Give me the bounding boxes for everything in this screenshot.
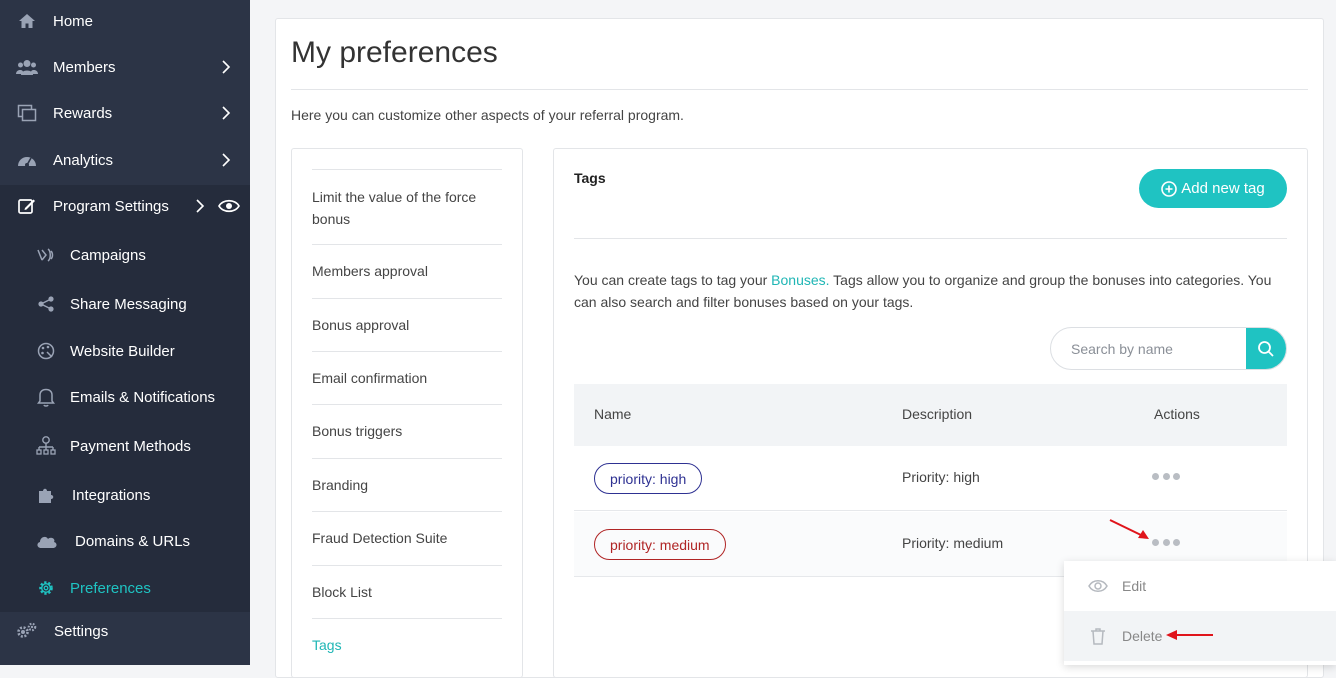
menu-item-bonus-triggers[interactable]: Bonus triggers bbox=[312, 404, 502, 458]
sidebar-item-integrations[interactable]: Integrations bbox=[0, 472, 250, 518]
plus-circle-icon bbox=[1161, 180, 1178, 197]
sidebar-item-website-builder[interactable]: Website Builder bbox=[0, 328, 250, 374]
search-input[interactable] bbox=[1051, 328, 1248, 369]
add-new-tag-button[interactable]: Add new tag bbox=[1139, 169, 1287, 208]
sidebar-item-label: Emails & Notifications bbox=[70, 388, 216, 406]
actions-menu-button[interactable] bbox=[1152, 471, 1180, 481]
sidebar-item-label: Payment Methods bbox=[70, 437, 191, 455]
actions-dropdown: Edit Delete bbox=[1064, 561, 1336, 665]
add-new-tag-label: Add new tag bbox=[1181, 180, 1265, 197]
sidebar-item-label: Members bbox=[53, 58, 116, 76]
column-header-name: Name bbox=[594, 406, 632, 422]
table-header: Name Description Actions bbox=[574, 384, 1287, 446]
delete-label: Delete bbox=[1122, 628, 1163, 644]
search-icon bbox=[1257, 340, 1275, 358]
sidebar-item-label: Campaigns bbox=[70, 246, 146, 264]
dot-icon bbox=[1162, 472, 1170, 480]
sidebar-item-label: Home bbox=[53, 12, 94, 30]
bonuses-link[interactable]: Bonuses. bbox=[771, 272, 829, 288]
edit-icon bbox=[16, 195, 38, 217]
tag-description: Priority: high bbox=[902, 469, 980, 485]
tag-badge[interactable]: priority: medium bbox=[594, 529, 726, 560]
annotation-arrow-icon bbox=[1166, 630, 1213, 640]
menu-item-tags[interactable]: Tags bbox=[312, 618, 502, 665]
sidebar-item-label: Settings bbox=[54, 622, 109, 640]
menu-item-bonus-approval[interactable]: Bonus approval bbox=[312, 298, 502, 351]
users-icon bbox=[16, 56, 38, 78]
sidebar-item-emails-notifications[interactable]: Emails & Notifications bbox=[0, 374, 250, 420]
chevron-right-icon bbox=[218, 152, 234, 168]
eye-icon bbox=[1088, 576, 1108, 596]
panel-title: Tags bbox=[574, 170, 606, 186]
search-button[interactable] bbox=[1246, 328, 1286, 369]
table-row: priority: high Priority: high bbox=[574, 446, 1287, 511]
column-header-description: Description bbox=[902, 406, 973, 422]
sidebar-item-analytics[interactable]: Analytics bbox=[0, 137, 250, 183]
sidebar-item-label: Program Settings bbox=[53, 197, 169, 215]
campaign-icon bbox=[35, 244, 57, 266]
puzzle-icon bbox=[35, 484, 57, 506]
share-icon bbox=[35, 293, 57, 315]
menu-item-limit-force-bonus[interactable]: Limit the value of the force bonus bbox=[312, 169, 502, 245]
actions-menu-button[interactable] bbox=[1152, 537, 1180, 547]
sidebar-item-rewards[interactable]: Rewards bbox=[0, 90, 250, 136]
dot-icon bbox=[1152, 472, 1159, 480]
menu-item-branding[interactable]: Branding bbox=[312, 458, 502, 511]
annotation-arrow-icon bbox=[1109, 519, 1149, 539]
payment-tree-icon bbox=[35, 435, 57, 457]
dot-icon bbox=[1162, 538, 1170, 546]
sidebar-item-label: Domains & URLs bbox=[75, 532, 191, 550]
menu-item-fraud-detection-suite[interactable]: Fraud Detection Suite bbox=[312, 511, 502, 565]
sidebar-item-preferences[interactable]: Preferences bbox=[0, 565, 250, 611]
sidebar-item-label: Preferences bbox=[70, 579, 151, 597]
sidebar-item-label: Website Builder bbox=[70, 342, 175, 360]
tag-description: Priority: medium bbox=[902, 535, 1004, 551]
menu-item-block-list[interactable]: Block List bbox=[312, 565, 502, 618]
sidebar-item-home[interactable]: Home bbox=[0, 0, 250, 44]
rewards-icon bbox=[16, 102, 38, 124]
divider bbox=[574, 238, 1287, 239]
divider bbox=[291, 89, 1308, 90]
menu-item-email-confirmation[interactable]: Email confirmation bbox=[312, 351, 502, 404]
gears-icon bbox=[16, 620, 38, 642]
gear-icon bbox=[35, 577, 57, 599]
tag-badge[interactable]: priority: high bbox=[594, 463, 703, 494]
sidebar-item-program-settings[interactable]: Program Settings bbox=[0, 183, 250, 229]
chevron-right-icon bbox=[192, 198, 208, 214]
page-title: My preferences bbox=[291, 36, 498, 69]
edit-label: Edit bbox=[1122, 578, 1147, 594]
dashboard-icon bbox=[16, 149, 38, 171]
sidebar-item-label: Analytics bbox=[53, 151, 114, 169]
eye-icon[interactable] bbox=[218, 198, 240, 214]
tags-description: You can create tags to tag your Bonuses.… bbox=[574, 272, 1272, 310]
sidebar-item-members[interactable]: Members bbox=[0, 44, 250, 90]
home-icon bbox=[16, 10, 38, 32]
chevron-right-icon bbox=[218, 59, 234, 75]
sidebar-item-domains-urls[interactable]: Domains & URLs bbox=[0, 518, 250, 564]
palette-icon bbox=[35, 340, 57, 362]
chevron-right-icon bbox=[218, 105, 234, 121]
trash-icon bbox=[1088, 626, 1108, 646]
sidebar: Home Members Rewards Analytics Program S… bbox=[0, 0, 250, 665]
sidebar-item-payment-methods[interactable]: Payment Methods bbox=[0, 423, 250, 469]
dot-icon bbox=[1173, 538, 1180, 546]
sidebar-item-campaigns[interactable]: Campaigns bbox=[0, 232, 250, 278]
dot-icon bbox=[1173, 472, 1180, 480]
sidebar-item-share-messaging[interactable]: Share Messaging bbox=[0, 281, 250, 327]
sidebar-item-label: Share Messaging bbox=[70, 295, 187, 313]
edit-menu-item[interactable]: Edit bbox=[1064, 561, 1336, 611]
bell-icon bbox=[35, 386, 57, 408]
column-header-actions: Actions bbox=[1154, 406, 1200, 422]
sidebar-item-settings[interactable]: Settings bbox=[0, 608, 250, 654]
cloud-icon bbox=[36, 530, 58, 552]
search-box bbox=[1050, 327, 1287, 370]
sidebar-item-label: Rewards bbox=[53, 104, 113, 122]
page-intro: Here you can customize other aspects of … bbox=[291, 107, 684, 123]
sidebar-item-label: Integrations bbox=[72, 486, 151, 504]
menu-item-members-approval[interactable]: Members approval bbox=[312, 244, 502, 298]
